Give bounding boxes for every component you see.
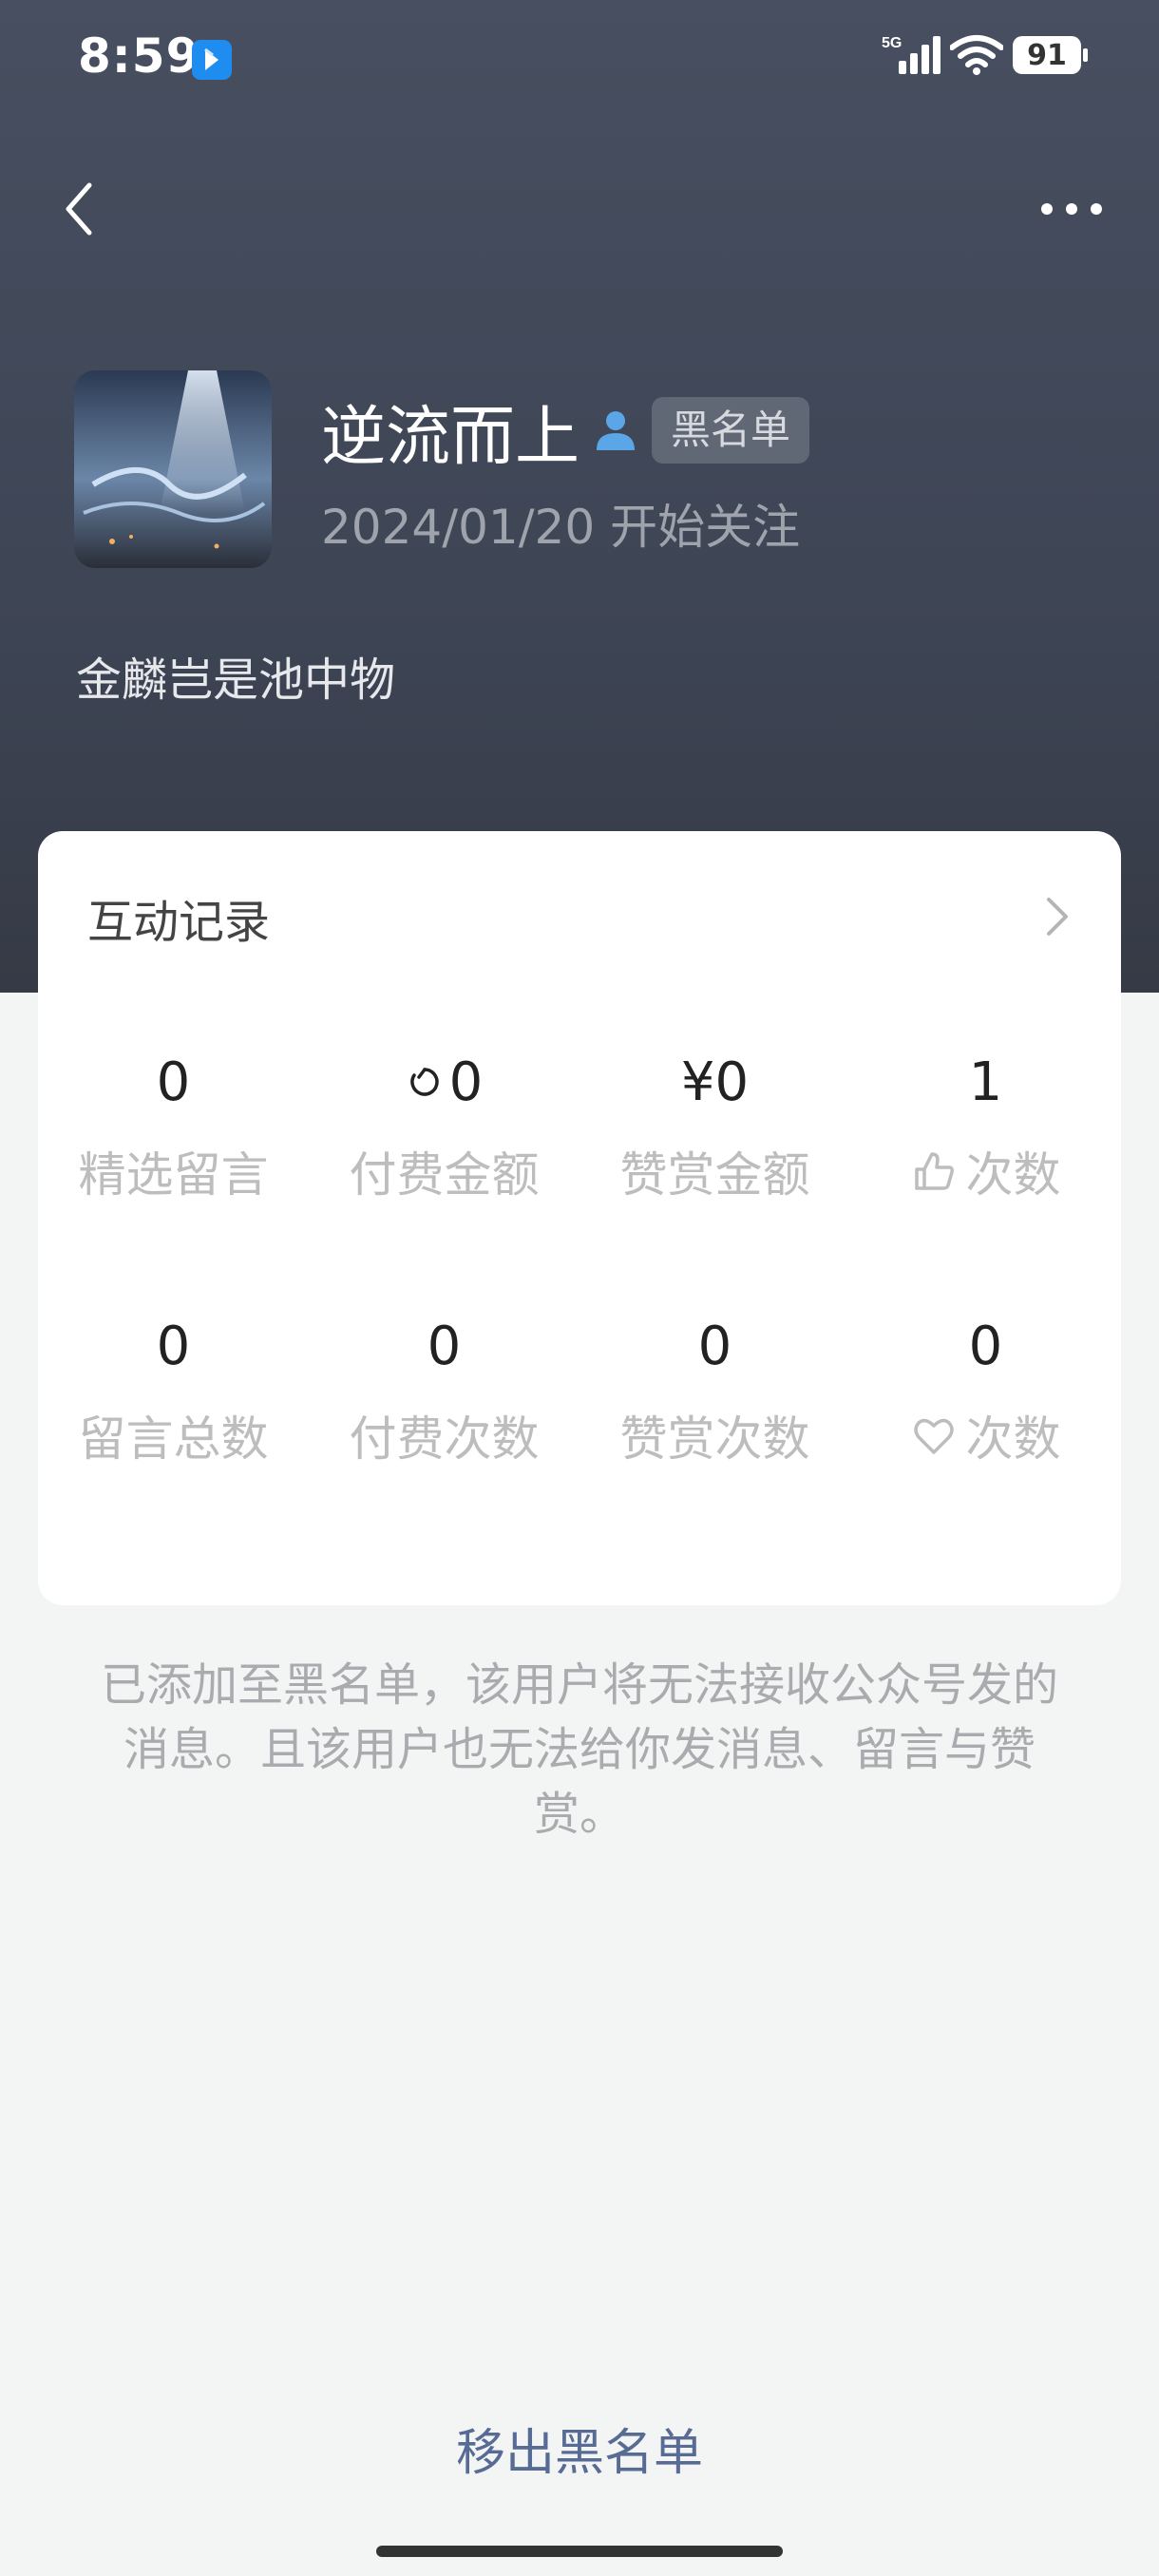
heart-icon (913, 1418, 954, 1454)
stat-value: 0 (156, 1316, 191, 1377)
avatar-image (74, 370, 272, 568)
stat-value-wrapper: 0 (309, 1050, 580, 1116)
user-icon (597, 411, 635, 450)
stat-label: 次数 (965, 1147, 1061, 1203)
stat-label: 次数 (965, 1411, 1061, 1467)
battery-indicator: 91 (1013, 36, 1088, 74)
coin-icon (409, 1068, 439, 1096)
stat-label: 赞赏次数 (619, 1411, 810, 1467)
wifi-icon (950, 35, 1003, 75)
stat-paid-amount: 0 付费金额 (309, 1050, 580, 1205)
status-bar: 8:59 5G 91 (0, 0, 1159, 114)
stat-label: 付费次数 (349, 1411, 540, 1467)
chevron-left-icon (66, 182, 92, 236)
more-dots-icon (1041, 203, 1102, 215)
stat-label: 留言总数 (78, 1411, 269, 1467)
stat-paid-count: 0 付费次数 (309, 1314, 580, 1469)
status-time: 8:59 (78, 28, 200, 84)
interaction-records-title: 互动记录 (87, 896, 271, 949)
stat-label: 精选留言 (78, 1147, 269, 1203)
back-button[interactable] (57, 176, 114, 242)
thumbs-up-icon (914, 1152, 954, 1190)
blacklist-badge: 黑名单 (652, 397, 810, 464)
more-options-button[interactable] (1034, 185, 1110, 233)
app-notification-icon (192, 40, 232, 80)
stat-label: 赞赏金额 (619, 1147, 810, 1203)
network-type-label: 5G (882, 35, 902, 51)
stat-value: 0 (427, 1316, 462, 1377)
stat-reward-amount: ¥0 赞赏金额 (580, 1050, 850, 1205)
stat-featured-comments: 0 精选留言 (38, 1050, 309, 1205)
stat-total-comments: 0 留言总数 (38, 1314, 309, 1469)
stat-reward-count: 0 赞赏次数 (580, 1314, 850, 1469)
stat-like-count: 1 次数 (850, 1050, 1121, 1205)
stat-value: ¥0 (680, 1051, 750, 1113)
avatar[interactable] (74, 370, 272, 568)
signal-icon: 5G (882, 35, 940, 74)
stat-value: 1 (968, 1051, 1003, 1113)
remove-from-blacklist-button[interactable]: 移出黑名单 (0, 2413, 1159, 2484)
nickname: 逆流而上 (321, 400, 580, 475)
stat-value: 0 (448, 1051, 484, 1113)
user-signature: 金麟岂是池中物 (76, 653, 396, 707)
stat-value: 0 (968, 1316, 1003, 1377)
chevron-right-icon (1047, 898, 1068, 936)
home-indicator[interactable] (376, 2546, 783, 2557)
blacklist-notice: 已添加至黑名单，该用户将无法接收公众号发的消息。且该用户也无法给你发消息、留言与… (100, 1658, 1058, 1841)
stat-label: 付费金额 (349, 1147, 540, 1203)
follow-date: 2024/01/20 开始关注 (321, 500, 801, 555)
status-indicators: 5G 91 (882, 34, 1088, 76)
stat-label-wrapper: 次数 (850, 1401, 1121, 1469)
stat-heart-count: 0 次数 (850, 1314, 1121, 1469)
stat-value: 0 (156, 1051, 191, 1113)
stat-label-wrapper: 次数 (850, 1137, 1121, 1205)
stat-value: 0 (697, 1316, 732, 1377)
interaction-records-card[interactable]: 互动记录 0 精选留言 0 付费金额 ¥0 赞赏金额 1 次数 0 留言总数 0… (38, 831, 1121, 1605)
